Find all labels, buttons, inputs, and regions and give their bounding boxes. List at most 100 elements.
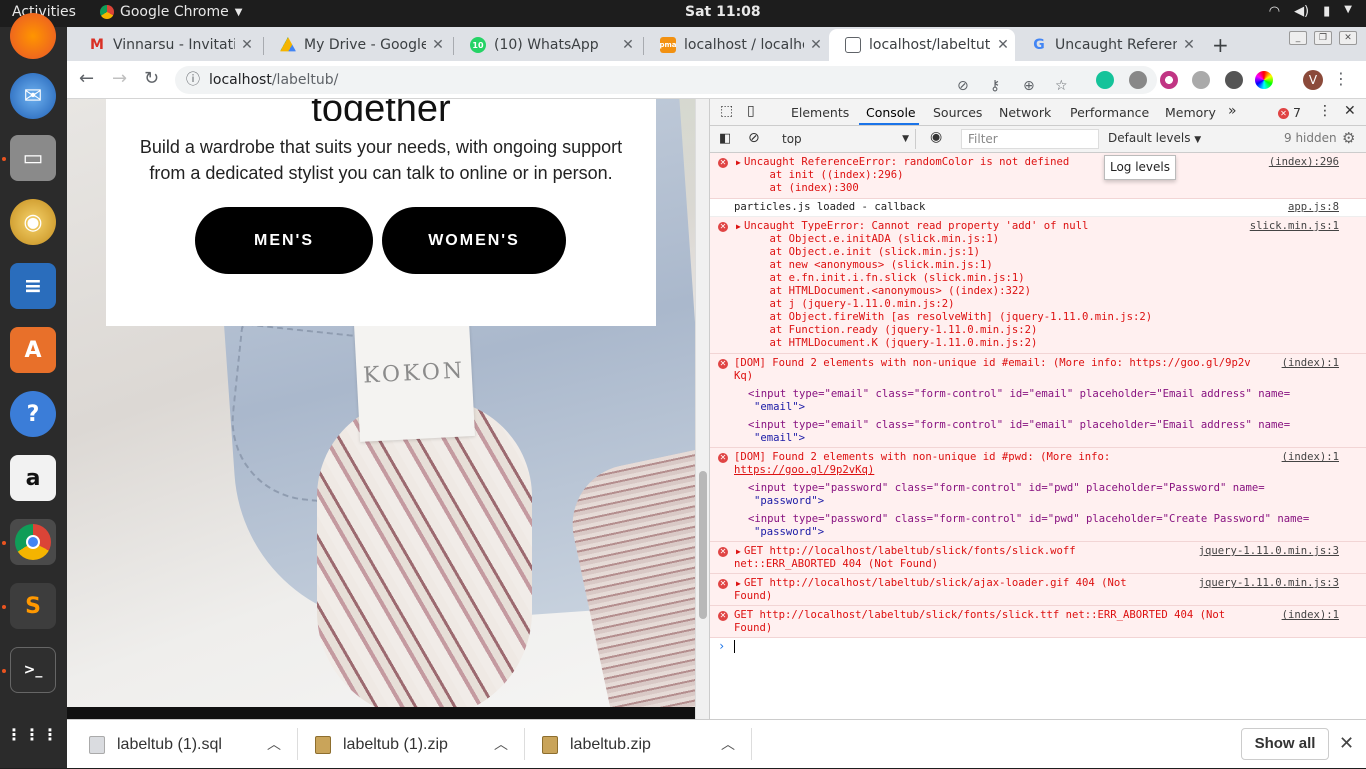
more-info-link[interactable]: https://goo.gl/9p2vKq) [734,464,874,477]
software-center-icon[interactable]: A [10,327,56,373]
womens-button[interactable]: WOMEN'S [382,207,566,274]
element-snippet[interactable]: <input type="email" class="form-control"… [748,419,1290,432]
address-bar[interactable]: ⓘ localhost/labeltub/ ⊘ ⚷ ⊕ ☆ [175,66,1157,94]
grammarly-icon[interactable] [1096,71,1114,89]
tab-google-drive[interactable]: My Drive - Google ✕ [264,29,450,61]
download-item[interactable]: labeltub (1).zip [315,720,448,769]
source-link[interactable]: app.js:8 [1288,201,1339,214]
tab-gmail[interactable]: M Vinnarsu - Invitati ✕ [73,29,259,61]
info-icon[interactable]: ⓘ [186,66,200,94]
close-devtools-icon[interactable]: ✕ [1344,103,1356,119]
tab-labeltub-active[interactable]: localhost/labeltut ✕ [829,29,1015,61]
minimize-button[interactable]: _ [1289,31,1307,45]
console-prompt-input[interactable]: › [710,637,1366,657]
expand-triangle-icon[interactable]: ▶ [736,220,741,233]
app-menu-label: Google Chrome [120,4,229,20]
tab-phpmyadmin[interactable]: pma localhost / localho ✕ [644,29,828,61]
clock[interactable]: Sat 11:08 [685,4,761,20]
error-counter[interactable]: ✕ 7 [1278,105,1301,120]
close-icon[interactable]: ✕ [426,37,450,53]
filter-input[interactable]: Filter [961,129,1099,149]
close-icon[interactable]: ✕ [616,37,640,53]
tab-whatsapp[interactable]: 10 (10) WhatsApp ✕ [454,29,640,61]
chevron-up-icon[interactable]: ︿ [721,734,735,754]
blocked-icon[interactable]: ⊘ [957,72,969,100]
eye-icon[interactable]: ◉ [930,129,942,145]
log-levels-select[interactable]: Default levels ▼ [1108,131,1201,145]
close-icon[interactable]: ✕ [1339,733,1354,754]
expand-triangle-icon[interactable]: ▶ [736,545,741,558]
context-select[interactable]: top ▼ [776,129,916,149]
color-picker-icon[interactable] [1225,71,1243,89]
tab-performance[interactable]: Performance [1070,105,1149,120]
close-icon[interactable]: ✕ [235,37,259,53]
element-snippet[interactable]: <input type="password" class="form-contr… [748,482,1265,495]
files-icon[interactable]: ▭ [10,135,56,181]
console-network-error: ✕ ▶ GET http://localhost/labeltub/slick/… [710,574,1366,606]
firefox-icon[interactable] [10,13,56,59]
chevron-up-icon[interactable]: ︿ [494,734,508,754]
source-link[interactable]: (index):1 [1282,451,1339,464]
expand-triangle-icon[interactable]: ▶ [736,156,741,169]
device-toolbar-icon[interactable]: ▯ [747,103,755,119]
new-tab-button[interactable]: + [1212,33,1229,57]
mens-button[interactable]: MEN'S [195,207,373,274]
color-wheel-icon[interactable] [1255,71,1273,89]
source-link[interactable]: jquery-1.11.0.min.js:3 [1199,545,1339,558]
tab-memory[interactable]: Memory [1165,105,1216,120]
app-menu[interactable]: Google Chrome ▼ [100,4,242,20]
more-tabs-icon[interactable]: » [1228,103,1237,119]
app-grid-icon[interactable]: ⋮⋮⋮ [6,711,58,757]
sublime-text-icon[interactable]: S [10,583,56,629]
element-snippet[interactable]: <input type="email" class="form-control"… [748,388,1290,401]
chevron-up-icon[interactable]: ︿ [267,734,281,754]
close-icon[interactable]: ✕ [1177,37,1201,53]
source-link[interactable]: (index):1 [1282,357,1339,370]
clear-console-icon[interactable]: ⊘ [748,130,760,146]
close-icon[interactable]: ✕ [991,37,1015,53]
archive-icon [542,735,558,754]
tab-sources[interactable]: Sources [933,105,982,120]
source-link[interactable]: (index):1 [1282,609,1339,622]
key-icon[interactable]: ⚷ [990,72,1000,100]
extension-icon[interactable] [1129,71,1147,89]
download-item[interactable]: labeltub (1).sql [89,720,222,769]
system-tray[interactable]: ◠ ◀) ▮ ▼ [1269,4,1352,19]
source-link[interactable]: jquery-1.11.0.min.js:3 [1199,577,1339,590]
instagram-icon[interactable] [1160,71,1178,89]
bookmark-star-icon[interactable]: ☆ [1055,72,1068,100]
chrome-launcher-icon[interactable] [10,519,56,565]
tab-uncaught-reference[interactable]: G Uncaught Referen ✕ [1015,29,1201,61]
show-all-downloads-button[interactable]: Show all [1241,728,1329,760]
inspect-element-icon[interactable]: ⬚ [720,103,733,119]
close-window-button[interactable]: ✕ [1339,31,1357,45]
rhythmbox-icon[interactable]: ◉ [10,199,56,245]
expand-triangle-icon[interactable]: ▶ [736,577,741,590]
sidebar-toggle-icon[interactable]: ◧ [719,131,731,146]
element-snippet[interactable]: <input type="password" class="form-contr… [748,513,1309,526]
tab-elements[interactable]: Elements [791,105,849,120]
devtools-menu-icon[interactable]: ⋮ [1318,103,1332,119]
maximize-button[interactable]: ❐ [1314,31,1332,45]
zoom-icon[interactable]: ⊕ [1023,72,1035,100]
amazon-icon[interactable]: a [10,455,56,501]
download-item[interactable]: labeltub.zip [542,720,651,769]
source-link[interactable]: (index):296 [1269,156,1339,169]
thunderbird-icon[interactable]: ✉ [10,73,56,119]
reload-button[interactable]: ↻ [144,68,159,89]
settings-gear-icon[interactable]: ⚙ [1342,129,1355,147]
chrome-menu-icon[interactable]: ⋮ [1333,69,1349,88]
writer-icon[interactable]: ≡ [10,263,56,309]
page-scrollbar[interactable] [695,99,709,719]
source-link[interactable]: slick.min.js:1 [1250,220,1339,233]
help-icon[interactable]: ? [10,391,56,437]
close-icon[interactable]: ✕ [804,37,828,53]
tab-network[interactable]: Network [999,105,1051,120]
scrollbar-thumb[interactable] [699,471,707,619]
avatar[interactable]: V [1303,70,1323,90]
terminal-icon[interactable]: >_ [10,647,56,693]
extension-icon[interactable] [1192,71,1210,89]
back-button[interactable]: ← [79,68,94,89]
tab-console[interactable]: Console [866,105,916,120]
forward-button[interactable]: → [112,68,127,89]
